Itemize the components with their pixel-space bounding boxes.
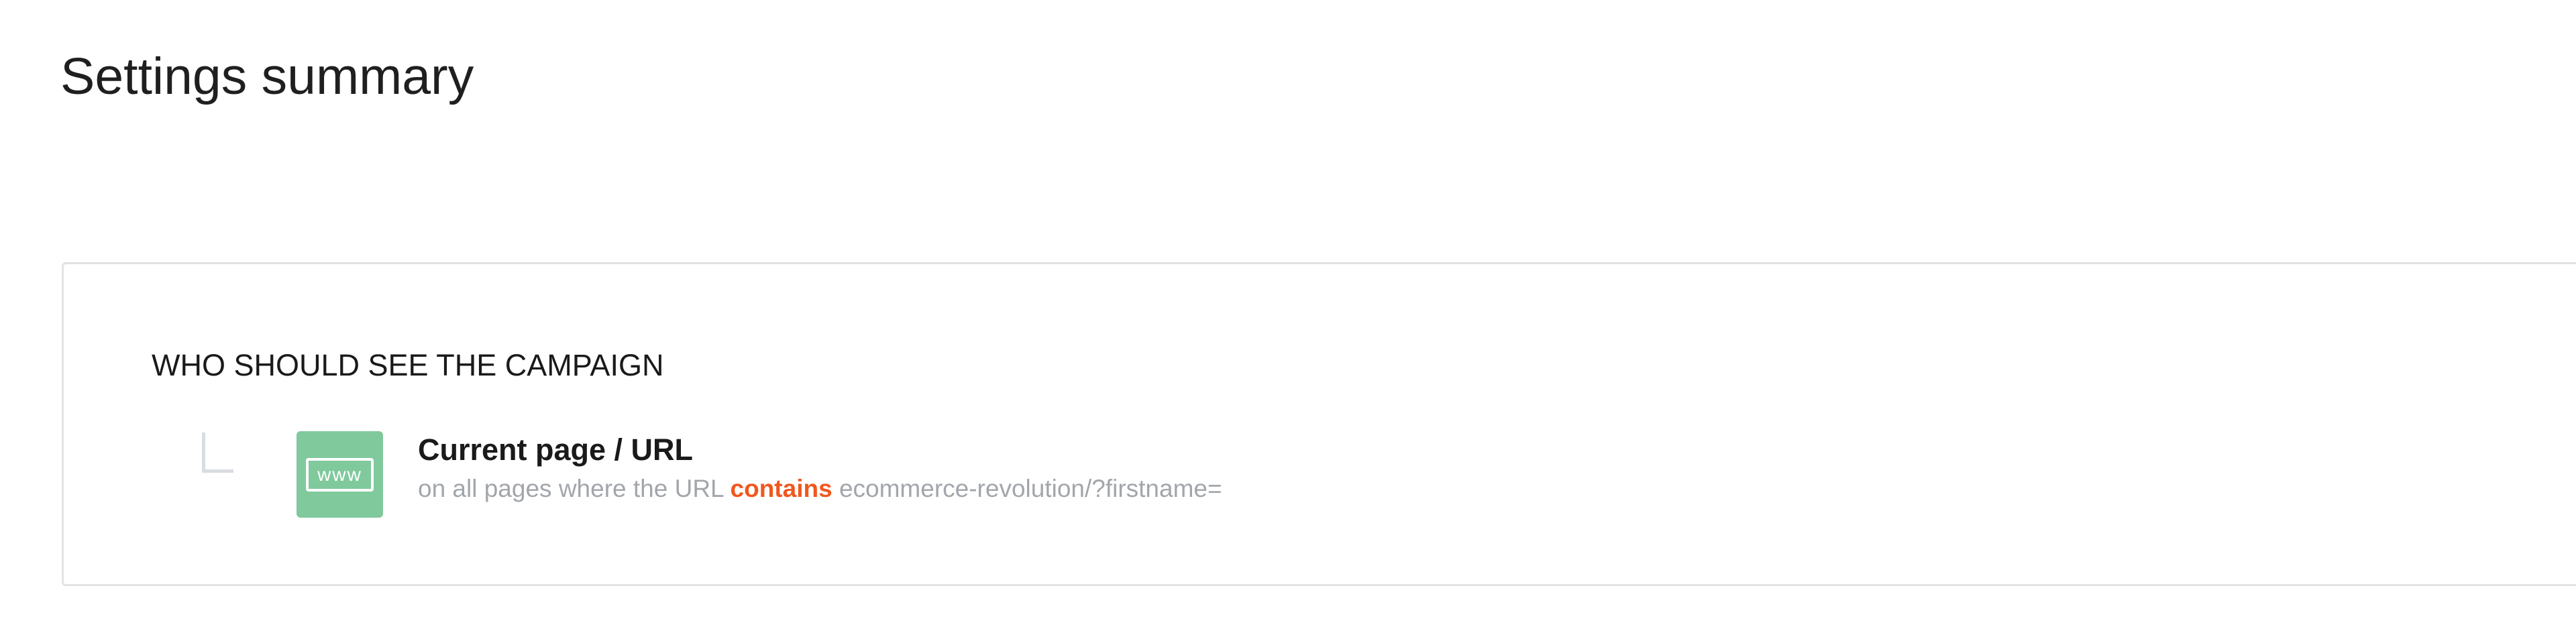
condition-detail-prefix: on all pages where the URL [418,475,724,502]
audience-summary-card: WHO SHOULD SEE THE CAMPAIGN www Current … [62,262,2576,586]
condition-operator: contains [730,475,833,502]
www-icon-label: www [317,464,362,485]
tree-connector [202,433,233,473]
condition-detail: on all pages where the URL contains ecom… [418,474,1222,504]
section-heading: WHO SHOULD SEE THE CAMPAIGN [152,348,664,382]
condition-title: Current page / URL [418,433,694,467]
condition-value: ecommerce-revolution/?firstname= [839,475,1222,502]
settings-summary-page: Settings summary WHO SHOULD SEE THE CAMP… [0,0,2576,627]
www-icon: www [297,431,383,518]
page-title: Settings summary [60,48,474,105]
